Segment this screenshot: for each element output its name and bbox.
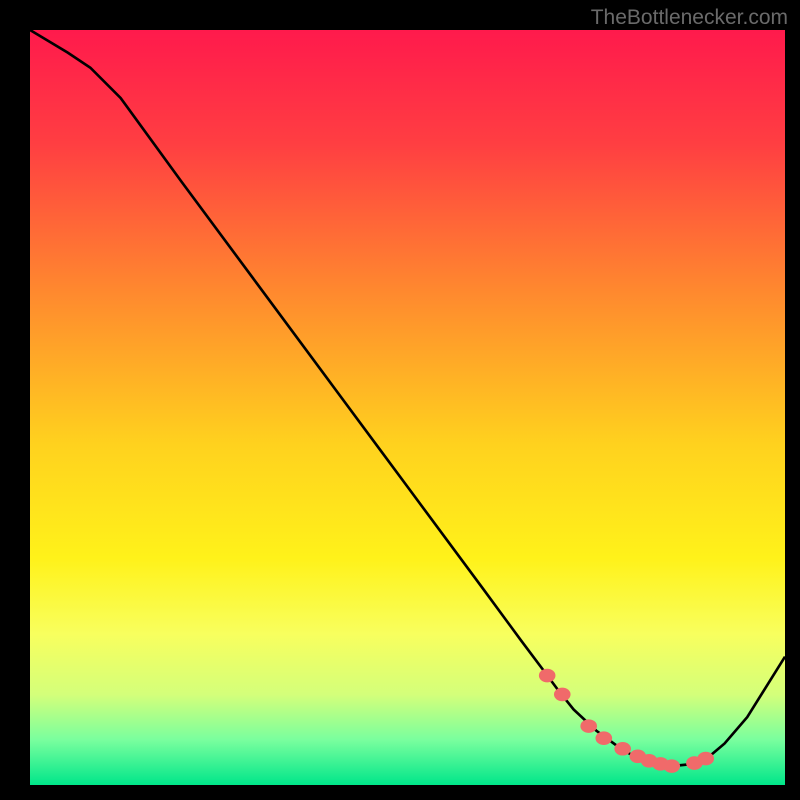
watermark-text: TheBottlenecker.com [591, 6, 788, 30]
chart-container [30, 30, 785, 785]
marker-dots [30, 30, 785, 785]
